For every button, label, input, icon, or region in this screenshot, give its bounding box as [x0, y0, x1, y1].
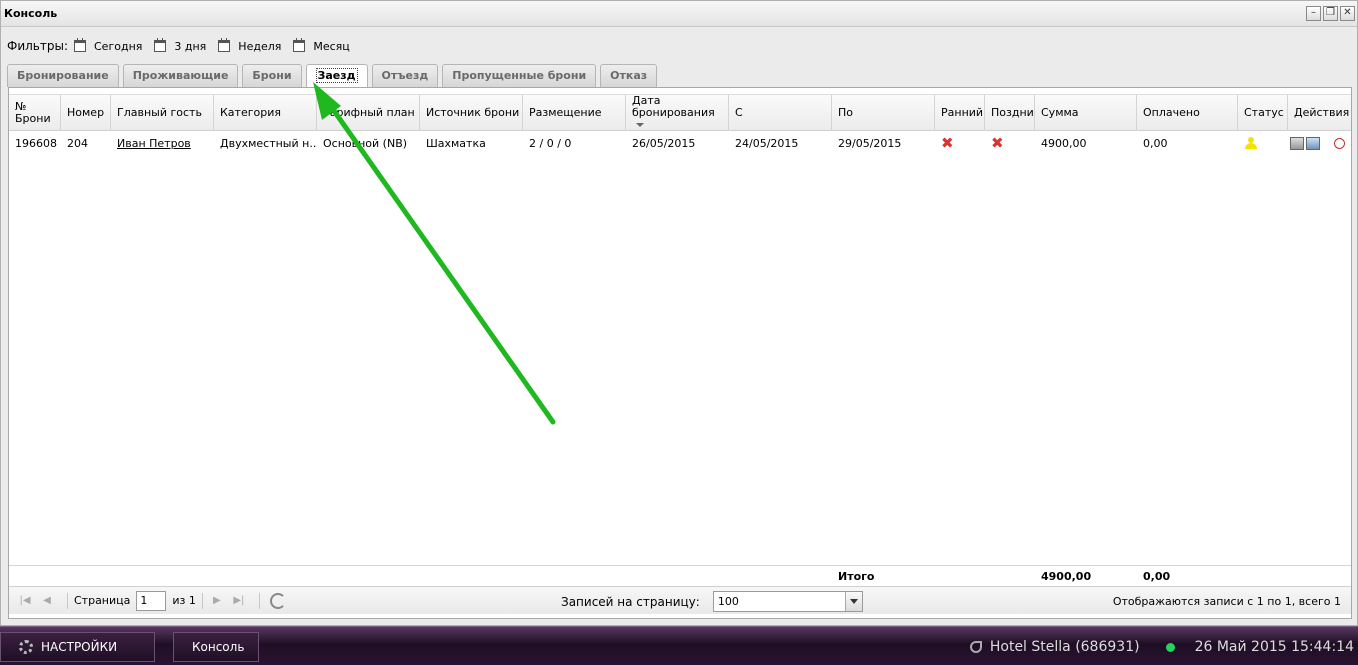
restore-button[interactable]: ❐: [1323, 6, 1338, 21]
col-booking-date[interactable]: Дата бронирования: [626, 95, 729, 131]
col-early[interactable]: Ранний з: [935, 95, 985, 131]
col-main-guest[interactable]: Главный гость: [111, 95, 214, 131]
tab-bookings[interactable]: Бронирование: [7, 64, 119, 87]
col-status[interactable]: Статус: [1238, 95, 1288, 131]
totals-sum: 4900,00: [1041, 570, 1092, 583]
cell-booked: 26/05/2015: [632, 136, 696, 150]
person-icon: [1244, 136, 1258, 150]
tab-strip: Бронирование Проживающие Брони Заезд Отъ…: [7, 64, 661, 89]
cell-guest: Иван Петров: [111, 132, 214, 154]
prev-page-icon[interactable]: ◀: [39, 593, 55, 609]
cell-paid: 0,00: [1143, 136, 1168, 150]
tab-missed[interactable]: Пропущенные брони: [442, 64, 597, 87]
gear-icon: [19, 640, 33, 654]
taskbar: НАСТРОЙКИ Консоль Hotel Stella (686931) …: [0, 626, 1358, 665]
cancel-icon[interactable]: [1334, 137, 1345, 149]
cell-booking-no: 196608: [15, 136, 57, 150]
totals-label: Итого: [838, 570, 875, 583]
x-icon: ✖: [941, 134, 954, 152]
cell-from: 24/05/2015: [735, 136, 799, 150]
cell-to: 29/05/2015: [838, 136, 902, 150]
refresh-icon[interactable]: [269, 592, 286, 609]
guest-link[interactable]: Иван Петров: [117, 137, 191, 150]
cell-placement: 2 / 0 / 0: [529, 136, 572, 150]
page-label: Страница: [74, 594, 131, 607]
cell-category: Двухместный н...: [220, 136, 317, 150]
col-rate-plan[interactable]: Тарифный план: [317, 95, 420, 131]
records-per-page: Записей на страницу: 100: [561, 591, 863, 612]
paging-toolbar: |◀ ◀ Страница из 1 ▶ ▶| Записей на стран…: [9, 586, 1351, 614]
rpp-label: Записей на страницу:: [561, 594, 700, 609]
display-info: Отображаются записи с 1 по 1, всего 1: [1112, 595, 1341, 608]
cell-actions: [1288, 132, 1353, 154]
col-paid[interactable]: Оплачено: [1137, 95, 1238, 131]
cell-late: ✖: [985, 132, 1035, 154]
close-button[interactable]: ✕: [1340, 6, 1355, 21]
online-status-icon: [1165, 642, 1175, 652]
tab-residents[interactable]: Проживающие: [122, 64, 239, 87]
cell-room: 204: [67, 136, 88, 150]
datetime: 26 Май 2015 15:44:14: [1194, 639, 1354, 655]
cell-rate: Основной (NB): [323, 136, 408, 150]
window-title: Консоль: [4, 7, 58, 20]
cell-status: [1238, 132, 1288, 154]
col-source[interactable]: Источник брони: [420, 95, 523, 131]
filters-label: Фильтры:: [7, 39, 68, 53]
last-page-icon[interactable]: ▶|: [231, 593, 247, 609]
cell-early: ✖: [935, 132, 985, 154]
tab-refused[interactable]: Отказ: [600, 64, 658, 87]
cell-sum: 4900,00: [1041, 136, 1087, 150]
col-booking-no[interactable]: № Брони: [9, 95, 61, 131]
rpp-select[interactable]: 100: [712, 591, 863, 612]
calendar-icon: [293, 38, 306, 52]
filter-week[interactable]: Неделя: [218, 38, 281, 53]
console-window: Консоль – ❐ ✕ Фильтры: Сегодня 3 дня Нед…: [0, 0, 1358, 626]
grid-header: № Брони Номер Главный гость Категория Та…: [9, 94, 1351, 131]
filter-3days[interactable]: 3 дня: [154, 38, 206, 53]
chevron-down-icon[interactable]: [844, 592, 862, 611]
col-from[interactable]: С: [729, 95, 832, 131]
calendar-icon: [154, 38, 167, 52]
table-row[interactable]: 196608 204 Иван Петров Двухместный н... …: [9, 132, 1351, 154]
tab-checkout[interactable]: Отъезд: [371, 64, 439, 87]
guest-card-icon[interactable]: [1306, 136, 1320, 150]
hotel-name: Hotel Stella (686931): [989, 639, 1140, 655]
x-icon: ✖: [991, 134, 1004, 152]
minimize-button[interactable]: –: [1306, 6, 1321, 21]
next-page-icon[interactable]: ▶: [209, 593, 225, 609]
totals-paid: 0,00: [1143, 570, 1171, 583]
settings-button[interactable]: НАСТРОЙКИ: [0, 632, 155, 662]
sort-desc-icon: [636, 123, 644, 127]
col-actions[interactable]: Действия: [1288, 95, 1353, 131]
page-of-label: из 1: [172, 594, 196, 607]
window-titlebar: Консоль – ❐ ✕: [1, 1, 1357, 27]
col-late[interactable]: Поздний: [985, 95, 1035, 131]
tab-checkin[interactable]: Заезд: [305, 64, 368, 89]
filter-today[interactable]: Сегодня: [74, 38, 142, 53]
taskbar-console-button[interactable]: Консоль: [173, 632, 259, 662]
phone-icon: [969, 641, 982, 653]
page-input[interactable]: [136, 590, 167, 611]
calendar-icon: [218, 38, 231, 52]
col-to[interactable]: По: [832, 95, 935, 131]
col-placement[interactable]: Размещение: [523, 95, 626, 131]
calendar-icon: [74, 38, 86, 52]
print-icon[interactable]: [1290, 136, 1304, 150]
filter-month[interactable]: Месяц: [293, 38, 350, 53]
col-sum[interactable]: Сумма: [1035, 95, 1137, 131]
first-page-icon[interactable]: |◀: [17, 593, 33, 609]
tab-reservations[interactable]: Брони: [242, 64, 302, 87]
taskbar-status: Hotel Stella (686931) 26 Май 2015 15:44:…: [969, 639, 1354, 655]
col-category[interactable]: Категория: [214, 95, 317, 131]
col-room[interactable]: Номер: [61, 95, 111, 131]
grid-panel: № Брони Номер Главный гость Категория Та…: [8, 87, 1352, 619]
totals-row: Итого 4900,00 0,00: [9, 565, 1351, 585]
filter-bar: Фильтры: Сегодня 3 дня Неделя Месяц: [1, 31, 1357, 61]
cell-source: Шахматка: [426, 136, 486, 150]
